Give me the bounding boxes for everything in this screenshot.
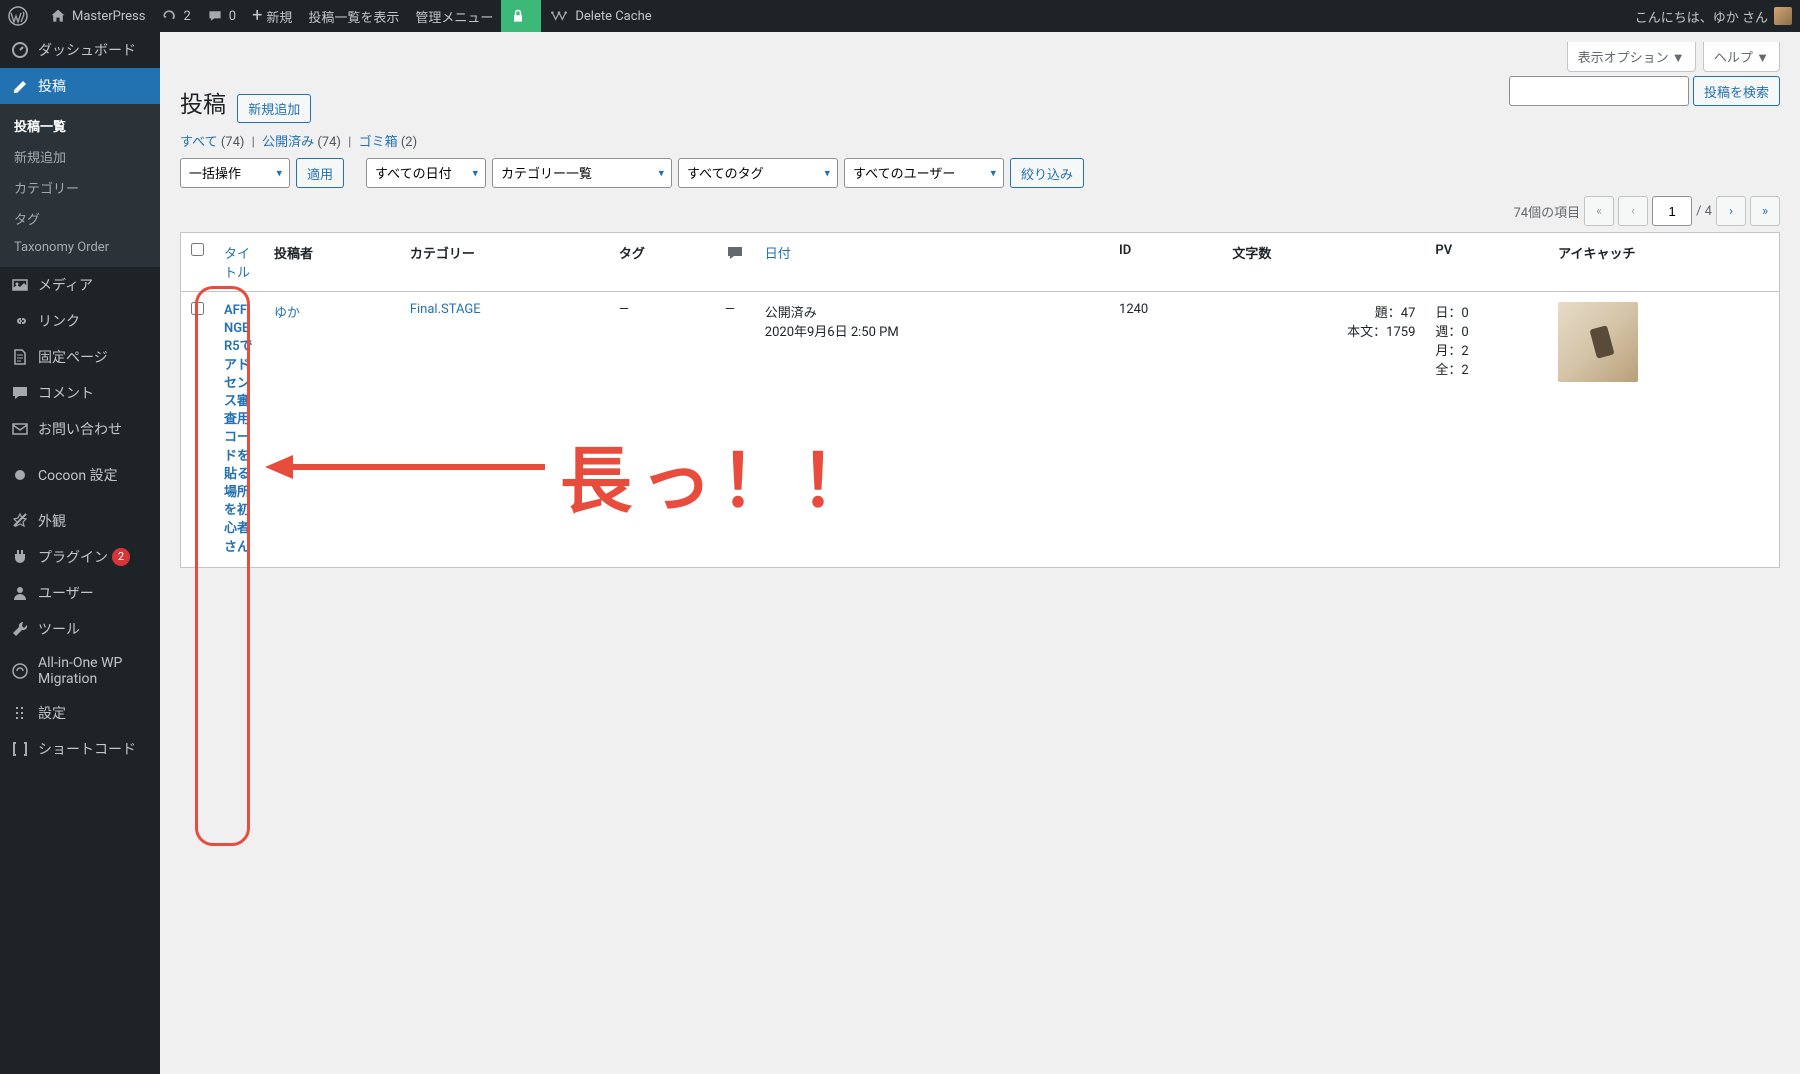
menu-shortcode[interactable]: ショートコード [0, 731, 160, 767]
menu-comments[interactable]: コメント [0, 375, 160, 411]
first-page-button[interactable]: « [1584, 196, 1614, 226]
col-eyecatch: アイキャッチ [1548, 233, 1779, 292]
new-label: 新規 [266, 7, 292, 26]
page-title: 投稿 [180, 76, 226, 123]
col-author: 投稿者 [264, 233, 400, 292]
search-button[interactable]: 投稿を検索 [1693, 76, 1780, 106]
view-all[interactable]: すべて (74) [180, 135, 244, 150]
table-row: AFFINGER5でアドセンス審査用コードを貼る場所を初心者さん ゆか Fina… [181, 292, 1780, 568]
menu-appearance[interactable]: 外観 [0, 503, 160, 539]
menu-posts[interactable]: 投稿 [0, 68, 160, 104]
col-tag: タグ [609, 233, 715, 292]
submenu-taxonomy-order[interactable]: Taxonomy Order [0, 234, 160, 261]
col-pv: PV [1425, 233, 1548, 292]
menu-dashboard[interactable]: ダッシュボード [0, 32, 160, 68]
view-posts[interactable]: 投稿一覧を表示 [300, 0, 407, 32]
category-filter-select[interactable]: カテゴリー一覧 [492, 158, 672, 188]
site-name[interactable]: MasterPress [42, 0, 153, 32]
site-name-text: MasterPress [72, 9, 145, 24]
prev-page-button[interactable]: ‹ [1618, 196, 1648, 226]
avatar [1774, 7, 1792, 25]
total-items: 74個の項目 [1513, 202, 1580, 221]
help-toggle[interactable]: ヘルプ ▼ [1703, 42, 1780, 72]
submenu-category[interactable]: カテゴリー [0, 172, 160, 203]
post-title-link[interactable]: AFFINGER5でアドセンス審査用コードを貼る場所を初心者さん [224, 302, 254, 557]
screen-options-toggle[interactable]: 表示オプション ▼ [1567, 42, 1696, 72]
apply-button[interactable]: 適用 [296, 158, 344, 188]
add-new-button[interactable]: 新規追加 [237, 94, 311, 123]
updates[interactable]: 2 [153, 0, 198, 32]
delete-cache-label: Delete Cache [575, 9, 651, 24]
date-filter-select[interactable]: すべての日付 [366, 158, 486, 188]
user-greeting[interactable]: こんにちは、ゆか さん [1627, 0, 1800, 32]
col-date[interactable]: 日付 [755, 233, 1109, 292]
status-filters: すべて (74) | 公開済み (74) | ゴミ箱 (2) [180, 131, 1780, 150]
row-tag: — [609, 292, 715, 568]
plugins-badge: 2 [112, 548, 130, 566]
user-filter-select[interactable]: すべてのユーザー [844, 158, 1004, 188]
menu-users[interactable]: ユーザー [0, 575, 160, 611]
col-chars: 文字数 [1222, 233, 1425, 292]
view-trash[interactable]: ゴミ箱 (2) [359, 135, 418, 150]
category-link[interactable]: Final.STAGE [410, 302, 481, 317]
delete-cache[interactable]: Delete Cache [541, 0, 659, 32]
menu-tools[interactable]: ツール [0, 611, 160, 647]
menu-aiowp[interactable]: All-in-One WP Migration [0, 647, 160, 695]
row-chars: 題：47本文：1759 [1222, 292, 1425, 568]
menu-plugins[interactable]: プラグイン2 [0, 539, 160, 575]
admin-menu-link[interactable]: 管理メニュー [407, 0, 501, 32]
thumbnail-image [1558, 302, 1638, 382]
col-comments[interactable] [715, 233, 755, 292]
menu-contact[interactable]: お問い合わせ [0, 411, 160, 447]
submenu-new-post[interactable]: 新規追加 [0, 141, 160, 172]
new-content[interactable]: +新規 [244, 0, 300, 32]
menu-media[interactable]: メディア [0, 267, 160, 303]
row-thumbnail [1548, 292, 1779, 568]
author-link[interactable]: ゆか [274, 306, 300, 321]
row-date: 公開済み2020年9月6日 2:50 PM [755, 292, 1109, 568]
menu-cocoon[interactable]: Cocoon 設定 [0, 457, 160, 493]
select-all-checkbox[interactable] [191, 243, 204, 256]
updates-count: 2 [183, 9, 190, 24]
row-id: 1240 [1109, 292, 1222, 568]
menu-links[interactable]: リンク [0, 303, 160, 339]
menu-settings[interactable]: 設定 [0, 695, 160, 731]
col-category: カテゴリー [400, 233, 609, 292]
submenu-tag[interactable]: タグ [0, 203, 160, 234]
col-id: ID [1109, 233, 1222, 292]
col-title[interactable]: タイトル [214, 233, 264, 292]
last-page-button[interactable]: » [1750, 196, 1780, 226]
current-page-input[interactable] [1652, 196, 1692, 226]
row-pv: 日：0週：0月：2全：2 [1425, 292, 1548, 568]
greeting-text: こんにちは、ゆか さん [1635, 7, 1768, 26]
search-input[interactable] [1509, 76, 1689, 106]
wp-logo[interactable] [0, 0, 42, 32]
menu-pages[interactable]: 固定ページ [0, 339, 160, 375]
next-page-button[interactable]: › [1716, 196, 1746, 226]
comments-bubble[interactable]: 0 [199, 0, 244, 32]
tag-filter-select[interactable]: すべてのタグ [678, 158, 838, 188]
total-pages: / 4 [1696, 204, 1712, 219]
row-checkbox[interactable] [191, 302, 204, 315]
lock-button[interactable] [501, 0, 541, 32]
filter-button[interactable]: 絞り込み [1010, 158, 1084, 188]
view-published[interactable]: 公開済み (74) [262, 135, 341, 150]
row-comments: — [715, 292, 755, 568]
comments-count: 0 [229, 9, 236, 24]
bulk-action-select[interactable]: 一括操作 [180, 158, 290, 188]
submenu-all-posts[interactable]: 投稿一覧 [0, 110, 160, 141]
